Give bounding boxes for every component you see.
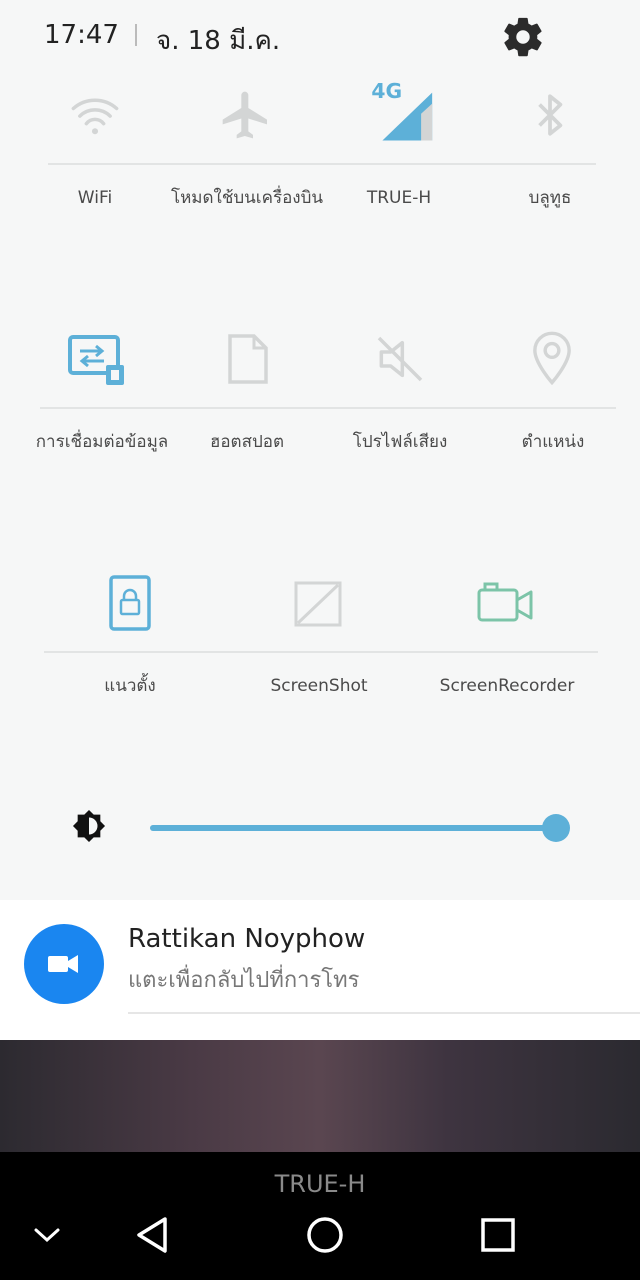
recents-button[interactable] — [473, 1210, 523, 1260]
notification-title: Rattikan Noyphow — [128, 924, 366, 954]
back-button[interactable] — [127, 1210, 177, 1260]
home-circle-icon — [307, 1217, 343, 1253]
brightness-icon — [72, 809, 106, 843]
notification-divider — [128, 1012, 640, 1014]
tiles-divider-1 — [48, 163, 596, 165]
tile-label-data-connection: การเชื่อมต่อข้อมูล — [35, 432, 169, 452]
chevron-down-icon — [34, 1228, 60, 1243]
brightness-slider-fill — [150, 825, 556, 831]
tile-label-airplane: โหมดใช้บนเครื่องบิน — [170, 188, 324, 208]
tile-label-location: ตำแหน่ง — [521, 432, 585, 452]
hotspot-icon — [228, 334, 268, 384]
background-wallpaper — [0, 1040, 640, 1152]
tile-label-sound-profile: โปรไฟล์เสียง — [352, 432, 448, 452]
call-notification-avatar — [24, 924, 104, 1004]
carrier-label: TRUE-H — [274, 1170, 366, 1198]
tile-label-mobile-data: TRUE-H — [366, 188, 432, 208]
tile-portrait-lock[interactable] — [92, 568, 168, 638]
sound-profile-icon — [377, 336, 423, 382]
tile-wifi[interactable] — [49, 80, 141, 150]
tile-label-screen-recorder: ScreenRecorder — [439, 676, 575, 696]
brightness-slider[interactable] — [150, 814, 570, 842]
status-bar: 17:47 จ. 18 มี.ค. — [0, 0, 640, 72]
tiles-divider-2 — [40, 407, 616, 409]
tile-sound-profile[interactable] — [362, 324, 438, 394]
airplane-icon — [222, 91, 267, 139]
screen-recorder-icon — [477, 582, 533, 622]
screenshot-icon — [294, 581, 342, 627]
gear-icon — [504, 17, 542, 57]
tile-location[interactable] — [514, 324, 590, 394]
tile-airplane[interactable] — [200, 80, 292, 150]
tile-label-hotspot: ฮอตสปอต — [209, 432, 285, 452]
navigation-bar: TRUE-H — [0, 1152, 640, 1280]
location-icon — [533, 331, 571, 386]
quick-settings-panel: 17:47 จ. 18 มี.ค. 4G WiFi โหมดใช้บนเครื่… — [0, 0, 640, 900]
tile-label-screenshot: ScreenShot — [270, 676, 368, 696]
wifi-icon — [71, 98, 119, 135]
home-button[interactable] — [300, 1210, 350, 1260]
tile-screenshot[interactable] — [280, 568, 356, 638]
notification-text: แตะเพื่อกลับไปที่การโทร — [128, 968, 360, 993]
collapse-button[interactable] — [22, 1210, 72, 1260]
tile-data-connection[interactable] — [58, 324, 134, 394]
mobile-data-4g-icon: 4G — [371, 79, 433, 141]
tile-label-bluetooth: บลูทูธ — [528, 188, 572, 208]
svg-text:4G: 4G — [371, 79, 402, 103]
settings-button[interactable] — [500, 14, 546, 60]
brightness-control — [0, 795, 640, 859]
tile-label-wifi: WiFi — [77, 188, 113, 208]
tile-label-portrait-lock: แนวตั้ง — [104, 676, 156, 696]
recents-square-icon — [481, 1218, 515, 1252]
bluetooth-icon — [538, 94, 563, 136]
date-separator — [135, 24, 137, 46]
tile-hotspot[interactable] — [210, 324, 286, 394]
date: จ. 18 มี.ค. — [156, 26, 281, 56]
tile-mobile-data[interactable]: 4G — [353, 72, 445, 150]
data-connection-icon — [68, 335, 124, 385]
call-notification[interactable]: Rattikan Noyphow แตะเพื่อกลับไปที่การโทร — [0, 900, 640, 1040]
video-call-icon — [48, 955, 78, 973]
back-triangle-icon — [137, 1217, 167, 1253]
tile-screen-recorder[interactable] — [468, 568, 544, 638]
tiles-divider-3 — [44, 651, 598, 653]
portrait-lock-icon — [109, 575, 151, 631]
clock: 17:47 — [44, 20, 119, 50]
tile-bluetooth[interactable] — [504, 80, 596, 150]
brightness-slider-thumb[interactable] — [541, 814, 570, 842]
